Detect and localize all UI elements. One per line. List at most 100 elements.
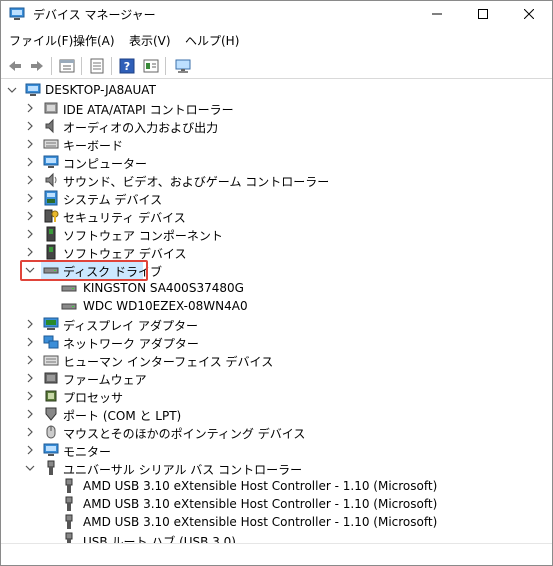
tree-item-usb-root-hub[interactable]: USB ルート ハブ (USB 3.0) <box>1 531 552 543</box>
tree-item-label: AMD USB 3.10 eXtensible Host Controller … <box>83 515 438 529</box>
expand-chevron-icon[interactable] <box>25 102 35 114</box>
expand-chevron-icon[interactable] <box>25 120 35 132</box>
menu-file[interactable]: ファイル(F) <box>9 32 73 49</box>
tree-item-usb-controllers[interactable]: ユニバーサル シリアル バス コントローラー <box>1 459 552 477</box>
tree-item-display-adapters[interactable]: ディスプレイ アダプター <box>1 315 552 333</box>
computer-icon <box>25 82 41 98</box>
forward-arrow-icon <box>31 61 43 71</box>
tree-item-monitors[interactable]: モニター <box>1 441 552 459</box>
expand-chevron-icon[interactable] <box>25 192 35 204</box>
tree-item-ports[interactable]: ポート (COM と LPT) <box>1 405 552 423</box>
tree-item-software-devices[interactable]: ソフトウェア デバイス <box>1 243 552 261</box>
tree-item-hid[interactable]: ヒューマン インターフェイス デバイス <box>1 351 552 369</box>
close-button[interactable] <box>506 1 552 27</box>
expand-chevron-icon[interactable] <box>25 372 35 384</box>
disk-icon <box>61 298 77 314</box>
tree-item-network-adapters[interactable]: ネットワーク アダプター <box>1 333 552 351</box>
tree-item-usb-host-3[interactable]: AMD USB 3.10 eXtensible Host Controller … <box>1 513 552 531</box>
maximize-button[interactable] <box>460 1 506 27</box>
usb-plug-icon <box>61 514 77 530</box>
tree-item-security-devices[interactable]: セキュリティ デバイス <box>1 207 552 225</box>
menu-view[interactable]: 表示(V) <box>129 32 171 49</box>
tree-item-label: マウスとそのほかのポインティング デバイス <box>63 427 306 441</box>
tree-item-label: ネットワーク アダプター <box>63 337 199 351</box>
expand-chevron-icon[interactable] <box>25 426 35 438</box>
svg-text:?: ? <box>124 60 130 73</box>
security-device-icon <box>43 208 59 224</box>
tree-item-sound-video[interactable]: サウンド、ビデオ、およびゲーム コントローラー <box>1 171 552 189</box>
list-view-icon <box>90 58 104 74</box>
collapse-chevron-icon[interactable] <box>25 462 35 474</box>
expand-chevron-icon[interactable] <box>25 228 35 240</box>
expand-chevron-icon[interactable] <box>25 138 35 150</box>
tree-item-computer[interactable]: コンピューター <box>1 153 552 171</box>
mouse-icon <box>43 424 59 440</box>
expand-chevron-icon[interactable] <box>25 246 35 258</box>
tree-item-keyboard[interactable]: キーボード <box>1 135 552 153</box>
help-button[interactable]: ? <box>117 56 137 76</box>
expand-chevron-icon[interactable] <box>25 156 35 168</box>
back-button[interactable] <box>5 56 25 76</box>
menu-action[interactable]: 操作(A) <box>73 32 115 49</box>
annotation-highlight-box <box>20 260 148 281</box>
usb-plug-icon <box>61 532 77 543</box>
collapse-chevron-icon[interactable] <box>7 84 17 96</box>
usb-plug-icon <box>61 496 77 512</box>
device-manager-window: デバイス マネージャー ファイル(F) 操作(A) 表示(V) ヘルプ(H) ?… <box>0 0 553 566</box>
menu-help[interactable]: ヘルプ(H) <box>185 32 239 49</box>
disk-icon <box>61 280 77 296</box>
tree-item-mice[interactable]: マウスとそのほかのポインティング デバイス <box>1 423 552 441</box>
list-view-button[interactable] <box>87 56 107 76</box>
software-device-icon <box>43 244 59 260</box>
expand-chevron-icon[interactable] <box>25 444 35 456</box>
device-manager-app-icon <box>9 7 25 21</box>
tree-item-firmware[interactable]: ファームウェア <box>1 369 552 387</box>
tree-item-label: IDE ATA/ATAPI コントローラー <box>63 103 234 117</box>
update-driver-button[interactable] <box>141 56 161 76</box>
computer-icon <box>43 154 59 170</box>
tree-item-label: AMD USB 3.10 eXtensible Host Controller … <box>83 479 438 493</box>
system-device-icon <box>43 190 59 206</box>
processor-icon <box>43 388 59 404</box>
tree-item-system-devices[interactable]: システム デバイス <box>1 189 552 207</box>
tree-item-label: システム デバイス <box>63 193 163 207</box>
properties-button[interactable] <box>57 56 77 76</box>
sound-video-icon <box>43 172 59 188</box>
minimize-button[interactable] <box>414 1 460 27</box>
display-adapter-icon <box>43 316 59 332</box>
tree-item-label: セキュリティ デバイス <box>63 211 186 225</box>
expand-chevron-icon[interactable] <box>25 174 35 186</box>
expand-chevron-icon[interactable] <box>25 408 35 420</box>
tree-item-kingston[interactable]: KINGSTON SA400S37480G <box>1 279 552 297</box>
tree-item-label: AMD USB 3.10 eXtensible Host Controller … <box>83 497 438 511</box>
toolbar: ? <box>1 53 552 79</box>
tree-item-usb-host-1[interactable]: AMD USB 3.10 eXtensible Host Controller … <box>1 477 552 495</box>
scan-hardware-button[interactable] <box>173 56 193 76</box>
expand-chevron-icon[interactable] <box>25 390 35 402</box>
keyboard-icon <box>43 136 59 152</box>
expand-chevron-icon[interactable] <box>25 336 35 348</box>
tree-item-label: ポート (COM と LPT) <box>63 409 182 423</box>
tree-root[interactable]: DESKTOP-JA8AUAT <box>1 81 552 99</box>
tree-item-usb-host-2[interactable]: AMD USB 3.10 eXtensible Host Controller … <box>1 495 552 513</box>
tree-item-label: ヒューマン インターフェイス デバイス <box>63 355 274 369</box>
tree-item-label: オーディオの入力および出力 <box>63 121 219 135</box>
properties-icon <box>59 59 75 73</box>
tree-item-wdc[interactable]: WDC WD10EZEX-08WN4A0 <box>1 297 552 315</box>
tree-item-label: モニター <box>63 445 112 459</box>
usb-controller-icon <box>43 460 59 476</box>
tree-item-processors[interactable]: プロセッサ <box>1 387 552 405</box>
expand-chevron-icon[interactable] <box>25 318 35 330</box>
root-label: DESKTOP-JA8AUAT <box>45 83 156 97</box>
tree-item-ide[interactable]: IDE ATA/ATAPI コントローラー <box>1 99 552 117</box>
tree-item-software-components[interactable]: ソフトウェア コンポーネント <box>1 225 552 243</box>
tree-item-audio-io[interactable]: オーディオの入力および出力 <box>1 117 552 135</box>
forward-button[interactable] <box>27 56 47 76</box>
firmware-icon <box>43 370 59 386</box>
tree-item-label: サウンド、ビデオ、およびゲーム コントローラー <box>63 175 330 189</box>
status-bar <box>1 543 552 565</box>
help-icon: ? <box>119 58 135 74</box>
expand-chevron-icon[interactable] <box>25 210 35 222</box>
expand-chevron-icon[interactable] <box>25 354 35 366</box>
tree-item-label: KINGSTON SA400S37480G <box>83 281 244 295</box>
